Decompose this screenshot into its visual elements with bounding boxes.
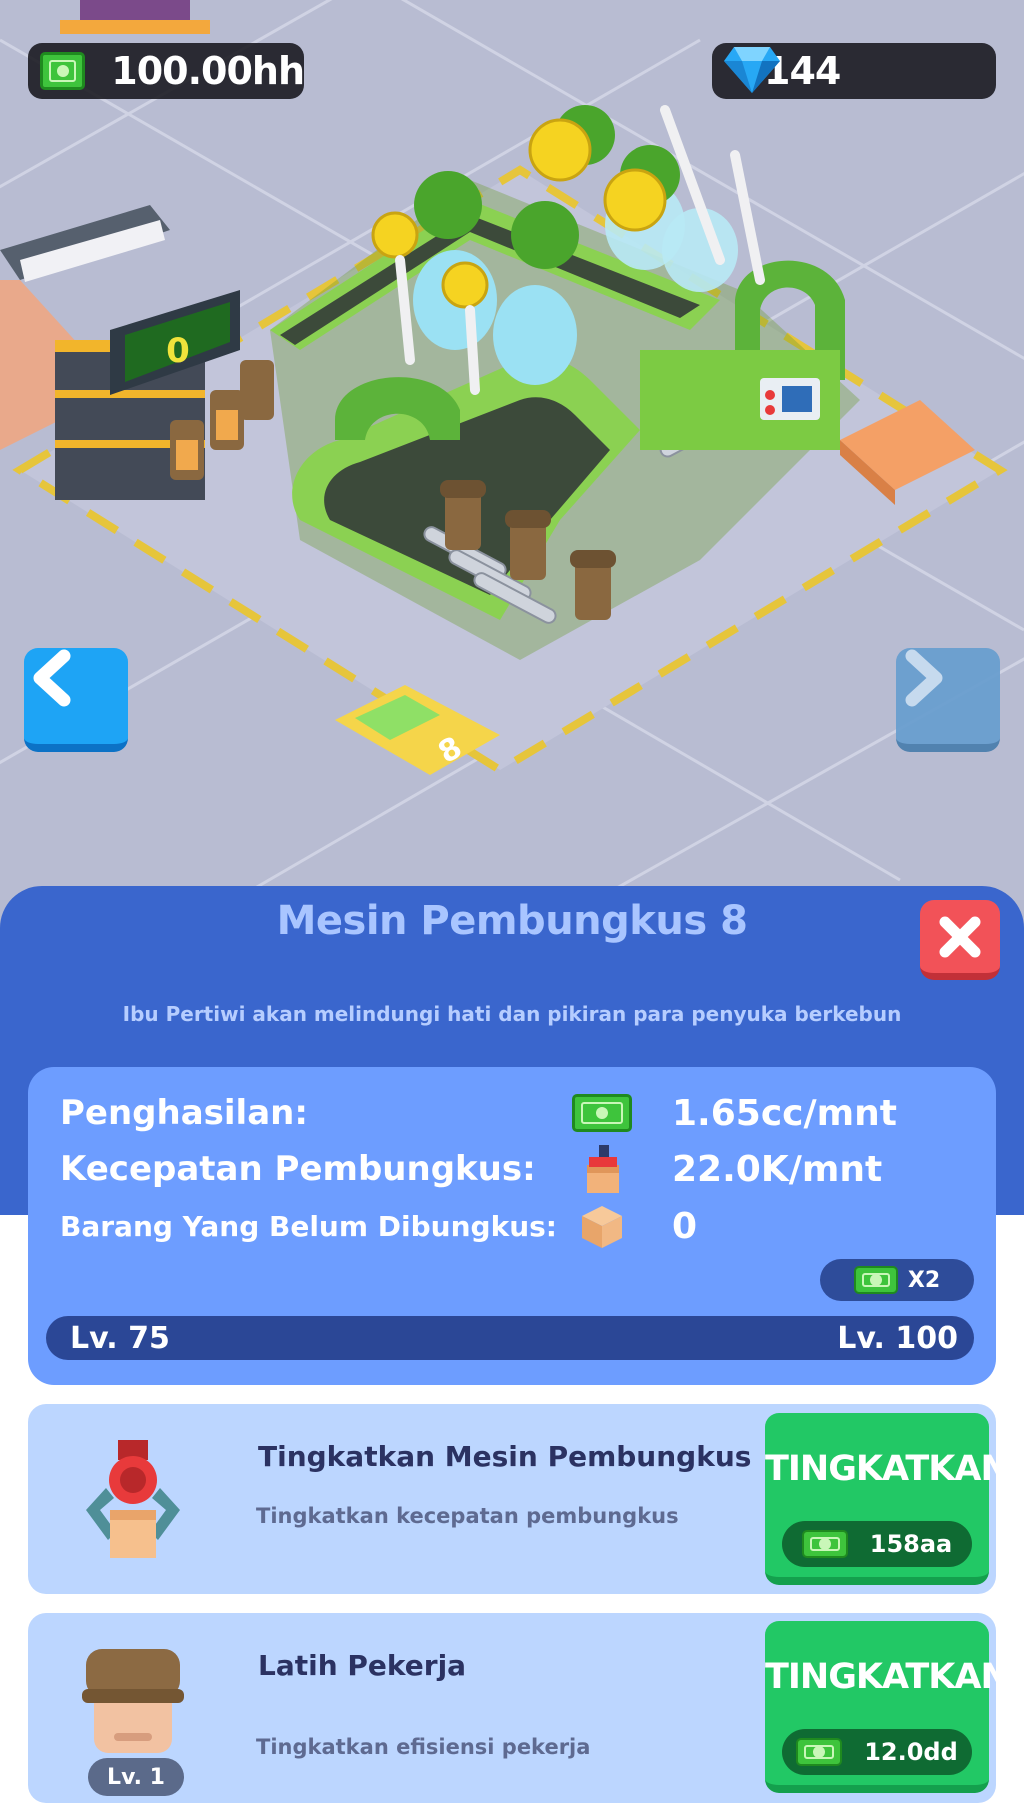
boost-label: X2 bbox=[907, 1267, 941, 1293]
factory-scene: 0 8 100.00hh 144 bbox=[0, 0, 1024, 900]
previous-station-button[interactable] bbox=[24, 648, 128, 752]
worker-avatar-icon bbox=[82, 1649, 184, 1753]
upgrade-machine-subtitle: Tingkatkan kecepatan pembungkus bbox=[256, 1504, 679, 1528]
speed-row: Kecepatan Pembungkus: 22.0K/mnt bbox=[60, 1144, 984, 1194]
cash-icon bbox=[40, 52, 86, 90]
gem-display: 144 bbox=[712, 43, 996, 99]
train-worker-cost-value: 12.0dd bbox=[864, 1738, 958, 1766]
unpacked-value: 0 bbox=[672, 1205, 698, 1247]
train-worker-subtitle: Tingkatkan efisiensi pekerja bbox=[256, 1735, 591, 1759]
upgrade-machine-cost-value: 158aa bbox=[869, 1530, 953, 1558]
money-display: 100.00hh bbox=[28, 43, 305, 99]
close-icon bbox=[939, 916, 981, 957]
panel-description: Ibu Pertiwi akan melindungi hati dan pik… bbox=[122, 1002, 902, 1026]
cash-icon bbox=[796, 1738, 843, 1766]
money-value: 100.00hh bbox=[111, 49, 305, 93]
income-row: Penghasilan: 1.65cc/mnt bbox=[60, 1088, 984, 1138]
chevron-right-icon bbox=[905, 649, 943, 707]
cash-icon bbox=[853, 1266, 898, 1294]
income-value: 1.65cc/mnt bbox=[672, 1092, 897, 1134]
train-worker-title: Latih Pekerja bbox=[258, 1649, 467, 1682]
worker-level-badge: Lv. 1 bbox=[88, 1758, 184, 1796]
upgrade-machine-button[interactable]: TINGKATKAN 158aa bbox=[765, 1413, 1010, 1585]
next-station-button[interactable] bbox=[896, 648, 1000, 752]
speed-label: Kecepatan Pembungkus: bbox=[60, 1149, 536, 1189]
upgrade-button-label: TINGKATKAN bbox=[765, 1449, 1010, 1489]
upgrade-machine-cost: 158aa bbox=[782, 1521, 972, 1567]
diamond-icon bbox=[724, 47, 780, 93]
unpacked-label: Barang Yang Belum Dibungkus: bbox=[60, 1209, 557, 1243]
income-icon bbox=[570, 1091, 634, 1135]
upgrade-machine-card: Tingkatkan Mesin Pembungkus Tingkatkan k… bbox=[28, 1404, 1010, 1594]
income-boost-badge[interactable]: X2 bbox=[820, 1259, 974, 1301]
cash-icon bbox=[572, 1094, 632, 1132]
speed-value: 22.0K/mnt bbox=[672, 1148, 883, 1190]
factory-floor-illustration: 0 8 bbox=[0, 0, 1024, 900]
packing-claw-icon bbox=[86, 1440, 180, 1558]
unpacked-row: Barang Yang Belum Dibungkus: 0 bbox=[60, 1201, 984, 1251]
level-current: Lv. 75 bbox=[70, 1320, 170, 1356]
level-progress-bar: Lv. 75 Lv. 100 bbox=[46, 1316, 974, 1360]
upgrade-machine-title: Tingkatkan Mesin Pembungkus bbox=[258, 1440, 752, 1473]
train-worker-cost: 12.0dd bbox=[782, 1729, 972, 1775]
panel-title: Mesin Pembungkus 8 bbox=[276, 898, 748, 944]
packing-machine-icon bbox=[570, 1145, 634, 1193]
train-worker-button[interactable]: TINGKATKAN 12.0dd bbox=[765, 1621, 1010, 1793]
counter-display-text: 0 bbox=[166, 331, 190, 371]
level-next: Lv. 100 bbox=[837, 1320, 958, 1356]
chevron-left-icon bbox=[33, 649, 71, 707]
upgrade-button-label: TINGKATKAN bbox=[765, 1657, 1010, 1697]
box-icon bbox=[570, 1204, 634, 1248]
income-label: Penghasilan: bbox=[60, 1093, 308, 1133]
cash-icon bbox=[801, 1530, 848, 1558]
close-button[interactable] bbox=[920, 900, 1000, 980]
